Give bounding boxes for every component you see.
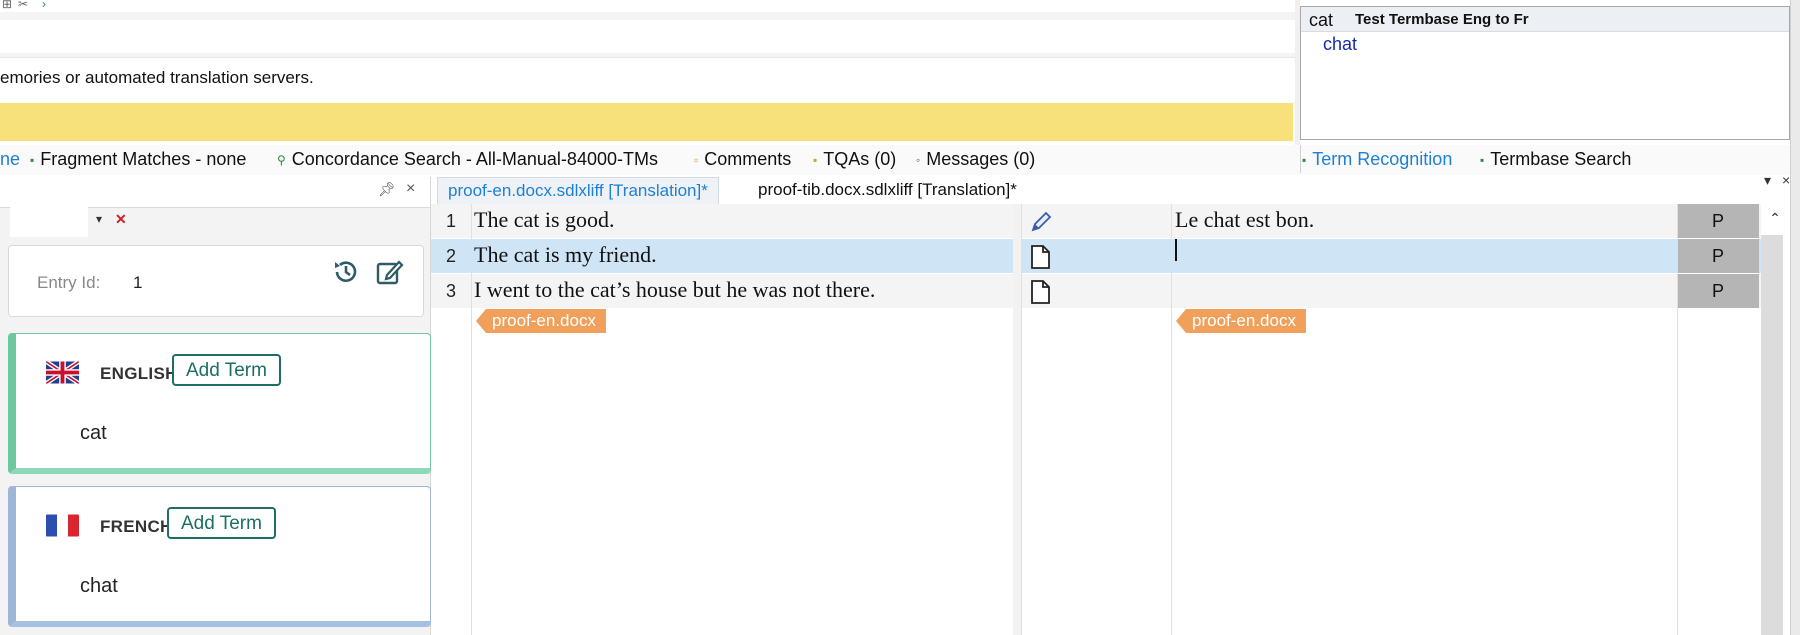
segment-status: P	[1677, 204, 1759, 238]
fragment-icon: ▪	[30, 152, 35, 167]
termbase-search-icon: ▪	[1480, 152, 1485, 167]
tab-messages[interactable]: ◦ Messages (0)	[916, 149, 1035, 170]
edit-icon[interactable]	[375, 257, 405, 287]
top-toolbar: ⊞ ✂ ›	[0, 0, 1300, 12]
entry-id-label: Entry Id:	[37, 273, 101, 292]
divider	[1300, 145, 1301, 173]
tab-proof-tib[interactable]: proof-tib.docx.sdlxliff [Translation]*	[748, 177, 1027, 203]
panel-header: 📌︎ ×	[0, 177, 430, 208]
tab-label: Concordance Search - All-Manual-84000-TM…	[291, 149, 658, 169]
term-recognition-icon: ▪	[1302, 152, 1307, 167]
concordance-icon: ⚲	[277, 152, 286, 167]
source-segment[interactable]: The cat is good.	[474, 207, 615, 233]
comment-icon: ▫	[694, 152, 699, 167]
column-divider	[1021, 204, 1022, 635]
tab-comments[interactable]: ▫ Comments	[694, 149, 791, 170]
target-term[interactable]: chat	[1323, 34, 1357, 55]
segment-number: 2	[445, 246, 456, 266]
tab-fragment-matches[interactable]: ▪ Fragment Matches - none	[30, 149, 246, 170]
chevron-up-icon[interactable]: ⌃	[1763, 205, 1787, 231]
column-gap	[1013, 204, 1021, 635]
french-entry-card: FRENCH Add Term chat	[8, 486, 431, 627]
tqa-icon: ▪	[813, 152, 818, 167]
segment-row[interactable]: 3 I went to the cat’s house but he was n…	[431, 274, 1761, 308]
tab-label: Comments	[704, 149, 792, 169]
column-divider	[1171, 204, 1172, 635]
toolbar-icon-b[interactable]: ✂	[18, 0, 28, 11]
tab-label: TQAs (0)	[823, 149, 897, 169]
document-structure-tag: proof-en.docx	[476, 309, 606, 333]
translation-editor: proof-en.docx.sdlxliff [Translation]* pr…	[431, 177, 1761, 635]
source-segment[interactable]: I went to the cat’s house but he was not…	[474, 277, 875, 303]
source-term[interactable]: cat	[1309, 10, 1333, 31]
tab-label: Messages (0)	[926, 149, 1036, 169]
target-segment[interactable]: Le chat est bon.	[1175, 207, 1314, 233]
yellow-highlight-bar	[0, 103, 1293, 141]
history-icon[interactable]	[331, 257, 361, 287]
document-icon	[1031, 280, 1050, 304]
document-tabs: proof-en.docx.sdlxliff [Translation]* pr…	[431, 177, 1761, 204]
english-term[interactable]: cat	[80, 422, 107, 445]
text-cursor	[1175, 239, 1177, 261]
filter-select[interactable]	[10, 207, 88, 237]
term-result-header: cat Test Termbase Eng to Fr	[1301, 7, 1789, 32]
document-icon	[1031, 245, 1050, 269]
uk-flag-icon	[46, 360, 79, 385]
france-flag-icon	[46, 513, 79, 538]
language-name-english: ENGLISH	[100, 364, 178, 383]
tab-label: ne	[0, 149, 21, 169]
segment-row-active[interactable]: 2 The cat is my friend. P	[431, 239, 1761, 273]
panel-tab-row: ne ▪ Fragment Matches - none ⚲ Concordan…	[0, 145, 1800, 175]
segment-number: 1	[445, 211, 456, 231]
info-text: emories or automated translation servers…	[0, 68, 314, 87]
add-term-french-button[interactable]: Add Term	[167, 507, 276, 539]
tab-tqas[interactable]: ▪ TQAs (0)	[813, 149, 896, 170]
clear-filter-icon[interactable]: ✕	[115, 211, 127, 228]
column-divider	[1677, 204, 1678, 635]
entry-id-value: 1	[133, 273, 143, 292]
segment-grid: 1 The cat is good. Le chat est bon. P 2 …	[431, 204, 1761, 635]
column-divider	[471, 204, 472, 635]
tab-term-recognition[interactable]: ▪ Term Recognition	[1302, 149, 1452, 170]
vertical-scrollbar[interactable]	[1761, 235, 1783, 635]
segment-number: 3	[445, 281, 456, 301]
french-term[interactable]: chat	[80, 575, 118, 598]
close-icon[interactable]: ×	[406, 180, 415, 198]
message-icon: ◦	[916, 152, 921, 167]
chevron-down-icon[interactable]: ▾	[96, 212, 102, 226]
segment-row[interactable]: 1 The cat is good. Le chat est bon. P	[431, 204, 1761, 238]
segment-status: P	[1677, 274, 1759, 308]
tab-termbase-search[interactable]: ▪ Termbase Search	[1480, 149, 1631, 170]
toolbar-icon-a[interactable]: ⊞	[2, 0, 12, 11]
tab-translation-results[interactable]: ne	[0, 149, 20, 170]
toolbar-arrow-icon[interactable]: ›	[42, 0, 46, 11]
side-panel-strip[interactable]	[1790, 0, 1800, 635]
tab-proof-en[interactable]: proof-en.docx.sdlxliff [Translation]*	[437, 177, 719, 204]
language-name-french: FRENCH	[100, 517, 173, 536]
term-recognition-panel: cat Test Termbase Eng to Fr chat	[1300, 6, 1790, 140]
document-structure-tag: proof-en.docx	[1176, 309, 1306, 333]
tab-label: Termbase Search	[1490, 149, 1632, 169]
close-icon[interactable]: ×	[1782, 172, 1790, 188]
termbase-name: Test Termbase Eng to Fr	[1355, 11, 1529, 28]
segment-status: P	[1677, 239, 1759, 273]
termbase-viewer-panel: 📌︎ × ▾ ✕ Entry Id: 1 ENGLISH Add Term ca…	[0, 177, 431, 635]
source-segment[interactable]: The cat is my friend.	[474, 242, 657, 268]
info-strip-inner	[0, 20, 1295, 53]
english-entry-card: ENGLISH Add Term cat	[8, 333, 431, 474]
pencil-icon	[1031, 211, 1052, 232]
minimize-icon[interactable]: ▾	[1764, 172, 1771, 189]
tab-concordance-search[interactable]: ⚲ Concordance Search - All-Manual-84000-…	[277, 149, 658, 170]
tab-label: Term Recognition	[1312, 149, 1453, 169]
tab-label: Fragment Matches - none	[40, 149, 247, 169]
pin-icon[interactable]: 📌︎	[378, 181, 396, 198]
add-term-english-button[interactable]: Add Term	[172, 354, 281, 386]
entry-card: Entry Id: 1	[8, 245, 424, 317]
